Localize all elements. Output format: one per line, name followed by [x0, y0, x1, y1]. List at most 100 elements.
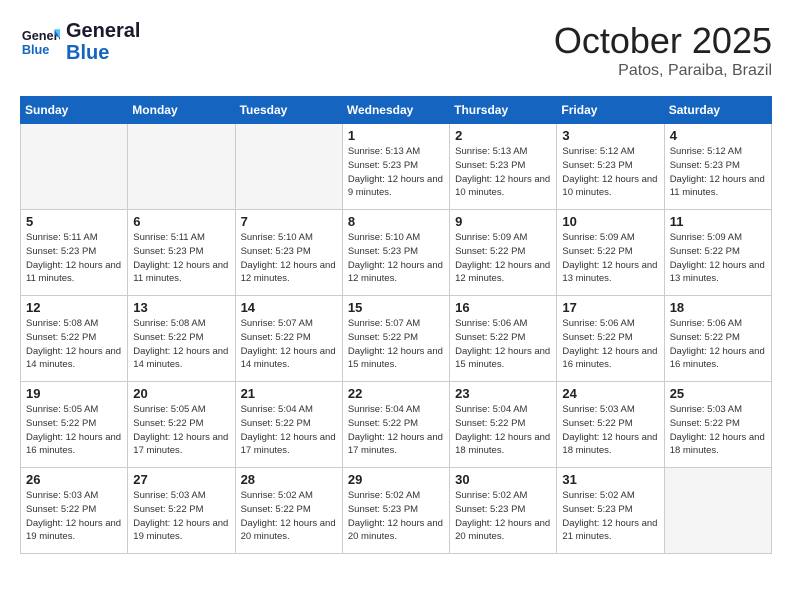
- day-number: 7: [241, 214, 337, 229]
- day-info: Sunrise: 5:06 AM Sunset: 5:22 PM Dayligh…: [455, 317, 551, 372]
- page: General Blue General Blue October 2025 P…: [0, 0, 792, 564]
- day-number: 17: [562, 300, 658, 315]
- calendar-cell: [128, 124, 235, 210]
- day-number: 9: [455, 214, 551, 229]
- day-info: Sunrise: 5:12 AM Sunset: 5:23 PM Dayligh…: [670, 145, 766, 200]
- calendar-cell: 15Sunrise: 5:07 AM Sunset: 5:22 PM Dayli…: [342, 296, 449, 382]
- calendar-cell: 24 Sunrise: 5:03 AM Sunset: 5:22 PM Dayli…: [557, 382, 664, 468]
- calendar-cell: 4 Sunrise: 5:12 AM Sunset: 5:23 PM Daylig…: [664, 124, 771, 210]
- day-info: Sunrise: 5:05 AM Sunset: 5:22 PM Dayligh…: [133, 403, 229, 458]
- day-number: 8: [348, 214, 444, 229]
- day-info: Sunrise: 5:09 AM Sunset: 5:22 PM Dayligh…: [670, 231, 766, 286]
- day-number: 11: [670, 214, 766, 229]
- day-number: 23: [455, 386, 551, 401]
- svg-text:Blue: Blue: [22, 42, 50, 57]
- calendar-cell: [664, 468, 771, 554]
- calendar-cell: 5 Sunrise: 5:11 AM Sunset: 5:23 PM Daylig…: [21, 210, 128, 296]
- logo-icon: General Blue: [20, 22, 60, 62]
- day-info: Sunrise: 5:02 AM Sunset: 5:22 PM Dayligh…: [241, 489, 337, 544]
- location: Patos, Paraiba, Brazil: [554, 62, 772, 80]
- day-info: Sunrise: 5:11 AM Sunset: 5:23 PM Dayligh…: [26, 231, 122, 286]
- day-number: 24: [562, 386, 658, 401]
- day-info: Sunrise: 5:06 AM Sunset: 5:22 PM Dayligh…: [670, 317, 766, 372]
- day-info: Sunrise: 5:03 AM Sunset: 5:22 PM Dayligh…: [26, 489, 122, 544]
- weekday-header-row: Sunday Monday Tuesday Wednesday Thursday…: [21, 97, 772, 124]
- day-number: 13: [133, 300, 229, 315]
- calendar-cell: 20 Sunrise: 5:05 AM Sunset: 5:22 PM Dayli…: [128, 382, 235, 468]
- header-monday: Monday: [128, 97, 235, 124]
- header-tuesday: Tuesday: [235, 97, 342, 124]
- header-sunday: Sunday: [21, 97, 128, 124]
- calendar-cell: 7 Sunrise: 5:10 AM Sunset: 5:23 PM Daylig…: [235, 210, 342, 296]
- day-number: 28: [241, 472, 337, 487]
- day-info: Sunrise: 5:10 AM Sunset: 5:23 PM Dayligh…: [348, 231, 444, 286]
- day-info: Sunrise: 5:03 AM Sunset: 5:22 PM Dayligh…: [562, 403, 658, 458]
- day-number: 10: [562, 214, 658, 229]
- logo-text: General Blue: [66, 20, 140, 64]
- calendar-cell: 10 Sunrise: 5:09 AM Sunset: 5:22 PM Dayli…: [557, 210, 664, 296]
- day-number: 4: [670, 128, 766, 143]
- day-info: Sunrise: 5:03 AM Sunset: 5:22 PM Dayligh…: [670, 403, 766, 458]
- day-info: Sunrise: 5:12 AM Sunset: 5:23 PM Dayligh…: [562, 145, 658, 200]
- header-friday: Friday: [557, 97, 664, 124]
- calendar-cell: 12Sunrise: 5:08 AM Sunset: 5:22 PM Dayli…: [21, 296, 128, 382]
- logo: General Blue General Blue: [20, 20, 140, 64]
- calendar-cell: 2 Sunrise: 5:13 AM Sunset: 5:23 PM Daylig…: [450, 124, 557, 210]
- calendar-cell: 25 Sunrise: 5:03 AM Sunset: 5:22 PM Dayli…: [664, 382, 771, 468]
- day-number: 14: [241, 300, 337, 315]
- day-info: Sunrise: 5:05 AM Sunset: 5:22 PM Dayligh…: [26, 403, 122, 458]
- calendar-cell: 23 Sunrise: 5:04 AM Sunset: 5:22 PM Dayli…: [450, 382, 557, 468]
- calendar-cell: 1 Sunrise: 5:13 AM Sunset: 5:23 PM Daylig…: [342, 124, 449, 210]
- day-info: Sunrise: 5:02 AM Sunset: 5:23 PM Dayligh…: [348, 489, 444, 544]
- day-info: Sunrise: 5:08 AM Sunset: 5:22 PM Dayligh…: [26, 317, 122, 372]
- header-saturday: Saturday: [664, 97, 771, 124]
- title-block: October 2025 Patos, Paraiba, Brazil: [554, 20, 772, 80]
- day-info: Sunrise: 5:09 AM Sunset: 5:22 PM Dayligh…: [562, 231, 658, 286]
- calendar-cell: [235, 124, 342, 210]
- calendar-cell: 30 Sunrise: 5:02 AM Sunset: 5:23 PM Dayli…: [450, 468, 557, 554]
- day-info: Sunrise: 5:10 AM Sunset: 5:23 PM Dayligh…: [241, 231, 337, 286]
- day-number: 18: [670, 300, 766, 315]
- week-row-3: 12Sunrise: 5:08 AM Sunset: 5:22 PM Dayli…: [21, 296, 772, 382]
- day-info: Sunrise: 5:04 AM Sunset: 5:22 PM Dayligh…: [241, 403, 337, 458]
- day-info: Sunrise: 5:13 AM Sunset: 5:23 PM Dayligh…: [455, 145, 551, 200]
- day-number: 1: [348, 128, 444, 143]
- header-thursday: Thursday: [450, 97, 557, 124]
- day-info: Sunrise: 5:11 AM Sunset: 5:23 PM Dayligh…: [133, 231, 229, 286]
- day-number: 31: [562, 472, 658, 487]
- header: General Blue General Blue October 2025 P…: [20, 20, 772, 80]
- day-info: Sunrise: 5:02 AM Sunset: 5:23 PM Dayligh…: [562, 489, 658, 544]
- day-number: 20: [133, 386, 229, 401]
- day-info: Sunrise: 5:02 AM Sunset: 5:23 PM Dayligh…: [455, 489, 551, 544]
- day-info: Sunrise: 5:06 AM Sunset: 5:22 PM Dayligh…: [562, 317, 658, 372]
- calendar-cell: 29 Sunrise: 5:02 AM Sunset: 5:23 PM Dayli…: [342, 468, 449, 554]
- day-number: 19: [26, 386, 122, 401]
- day-info: Sunrise: 5:07 AM Sunset: 5:22 PM Dayligh…: [348, 317, 444, 372]
- week-row-4: 19 Sunrise: 5:05 AM Sunset: 5:22 PM Dayli…: [21, 382, 772, 468]
- day-info: Sunrise: 5:03 AM Sunset: 5:22 PM Dayligh…: [133, 489, 229, 544]
- day-number: 5: [26, 214, 122, 229]
- calendar-cell: 31 Sunrise: 5:02 AM Sunset: 5:23 PM Dayli…: [557, 468, 664, 554]
- calendar-cell: [21, 124, 128, 210]
- day-number: 29: [348, 472, 444, 487]
- calendar-cell: 22Sunrise: 5:04 AM Sunset: 5:22 PM Dayli…: [342, 382, 449, 468]
- day-info: Sunrise: 5:13 AM Sunset: 5:23 PM Dayligh…: [348, 145, 444, 200]
- calendar-cell: 21 Sunrise: 5:04 AM Sunset: 5:22 PM Dayli…: [235, 382, 342, 468]
- day-info: Sunrise: 5:08 AM Sunset: 5:22 PM Dayligh…: [133, 317, 229, 372]
- day-number: 21: [241, 386, 337, 401]
- calendar-cell: 16 Sunrise: 5:06 AM Sunset: 5:22 PM Dayli…: [450, 296, 557, 382]
- calendar-cell: 14 Sunrise: 5:07 AM Sunset: 5:22 PM Dayli…: [235, 296, 342, 382]
- day-number: 6: [133, 214, 229, 229]
- day-number: 16: [455, 300, 551, 315]
- calendar-cell: 9Sunrise: 5:09 AM Sunset: 5:22 PM Daylig…: [450, 210, 557, 296]
- day-info: Sunrise: 5:04 AM Sunset: 5:22 PM Dayligh…: [455, 403, 551, 458]
- day-number: 25: [670, 386, 766, 401]
- calendar-cell: 26Sunrise: 5:03 AM Sunset: 5:22 PM Dayli…: [21, 468, 128, 554]
- day-number: 2: [455, 128, 551, 143]
- week-row-1: 1 Sunrise: 5:13 AM Sunset: 5:23 PM Daylig…: [21, 124, 772, 210]
- week-row-2: 5 Sunrise: 5:11 AM Sunset: 5:23 PM Daylig…: [21, 210, 772, 296]
- day-number: 27: [133, 472, 229, 487]
- day-number: 30: [455, 472, 551, 487]
- day-info: Sunrise: 5:07 AM Sunset: 5:22 PM Dayligh…: [241, 317, 337, 372]
- day-number: 3: [562, 128, 658, 143]
